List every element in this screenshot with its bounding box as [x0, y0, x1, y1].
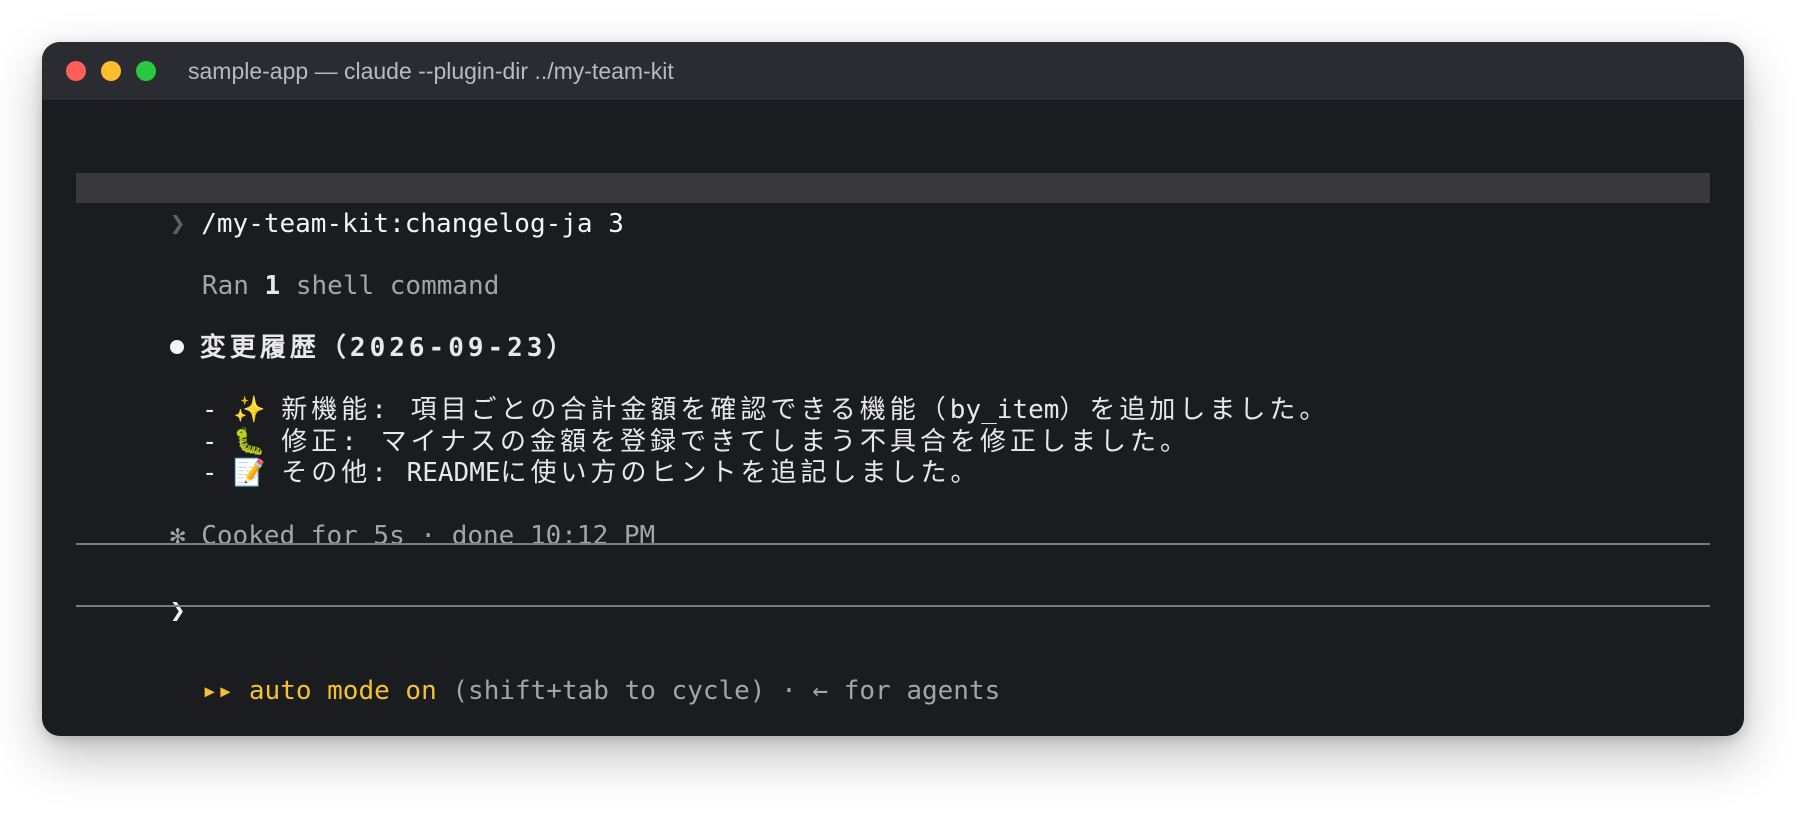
changelog-item: - ✨ 新機能: 項目ごとの合計金額を確認できる機能（by_item）を追加しま…: [201, 395, 1330, 425]
ran-shell-command-line[interactable]: Ran 1 shell command: [108, 232, 499, 301]
response-bullet-icon: [169, 339, 184, 354]
auto-mode-indicator: auto mode on: [248, 676, 437, 706]
asterisk-icon: ✻: [169, 521, 186, 551]
zoom-window-button[interactable]: [136, 61, 156, 81]
minimize-window-button[interactable]: [101, 61, 121, 81]
changelog-item: - 📝 その他: READMEに使い方のヒントを追記しました。: [201, 458, 981, 488]
fast-forward-icon: ▸▸: [201, 676, 234, 706]
mode-footer[interactable]: ▸▸ auto mode on (shift+tab to cycle) · ←…: [108, 637, 1000, 706]
input-line[interactable]: ❯: [76, 557, 186, 626]
terminal-window: sample-app — claude --plugin-dir ../my-t…: [42, 42, 1744, 736]
submitted-command-line: ❯ /my-team-kit:changelog-ja 3: [76, 170, 624, 239]
input-prompt-chevron-icon: ❯: [169, 596, 186, 626]
window-title: sample-app — claude --plugin-dir ../my-t…: [188, 58, 674, 84]
terminal-output[interactable]: ❯ /my-team-kit:changelog-ja 3 Ran 1 shel…: [42, 101, 1744, 736]
mode-hint: (shift+tab to cycle) · ← for agents: [436, 676, 1001, 706]
input-bottom-divider: [76, 605, 1710, 607]
close-window-button[interactable]: [66, 61, 86, 81]
status-line: ✻ Cooked for 5s · done 10:12 PM: [76, 482, 655, 551]
changelog-heading-line: 変更履歴（2026-09-23）: [76, 294, 576, 363]
input-top-divider: [76, 543, 1710, 545]
status-text: Cooked for 5s · done 10:12 PM: [201, 521, 656, 551]
title-bar: sample-app — claude --plugin-dir ../my-t…: [42, 42, 1744, 101]
